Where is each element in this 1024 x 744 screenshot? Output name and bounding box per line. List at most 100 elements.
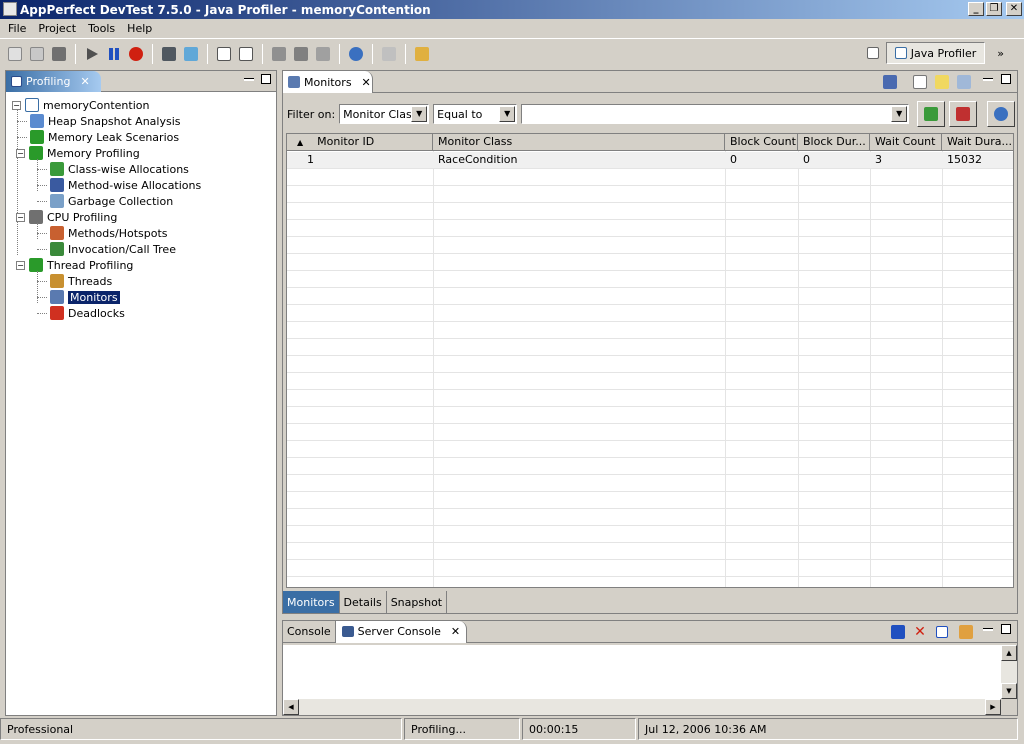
column-header[interactable]: ▲ Monitor ID <box>287 134 433 151</box>
minimize-button[interactable]: _ <box>968 2 984 16</box>
dropdown-arrow-icon[interactable]: ▼ <box>891 106 908 122</box>
tab-monitors[interactable]: Monitors ✕ <box>283 71 373 93</box>
tab-details[interactable]: Details <box>340 591 387 613</box>
close-button[interactable]: ✕ <box>1006 2 1022 16</box>
column-header[interactable]: Block Count <box>725 134 798 151</box>
tab-server-console[interactable]: Server Console ✕ <box>335 620 468 643</box>
filter-field-select[interactable]: Monitor Class ▼ <box>339 104 430 124</box>
clear-console-icon[interactable]: ✕ <box>911 623 929 641</box>
tab-snapshot[interactable]: Snapshot <box>387 591 448 613</box>
tree-item-monitors[interactable]: Monitors <box>50 289 121 305</box>
menu-file[interactable]: File <box>2 22 32 35</box>
column-header[interactable]: Monitor Class <box>433 134 725 151</box>
grid-row-line <box>287 406 1013 407</box>
tree-item-memory-leak[interactable]: Memory Leak Scenarios <box>30 129 179 145</box>
column-header[interactable]: Wait Dura... <box>942 134 1013 151</box>
tree-item-heap-snapshot[interactable]: Heap Snapshot Analysis <box>30 113 181 129</box>
table-row[interactable]: 1 RaceCondition 0 0 3 15032 <box>287 152 1013 168</box>
scroll-up-icon[interactable]: ▲ <box>1001 645 1017 661</box>
list-view-icon[interactable] <box>911 73 929 91</box>
close-tab-icon[interactable]: ✕ <box>362 76 371 89</box>
menu-project[interactable]: Project <box>32 22 82 35</box>
tree-item-label: Memory Leak Scenarios <box>48 130 180 144</box>
pin-console-icon[interactable] <box>933 623 951 641</box>
grid-column-line <box>725 151 726 587</box>
tree-item-threads[interactable]: Threads <box>50 273 112 289</box>
restore-button[interactable]: ❐ <box>986 2 1002 16</box>
grid-view-icon[interactable] <box>955 73 973 91</box>
pause-icon[interactable] <box>105 45 123 63</box>
export-icon[interactable] <box>270 45 288 63</box>
plugin-icon[interactable] <box>292 45 310 63</box>
minimize-view-button[interactable] <box>244 78 254 81</box>
table-cell: RaceCondition <box>438 153 518 166</box>
refresh-button[interactable] <box>987 101 1016 127</box>
maximize-view-button[interactable] <box>261 74 271 84</box>
tree-item-method-alloc[interactable]: Method-wise Allocations <box>50 177 201 193</box>
toolbar-separator <box>405 43 406 64</box>
scroll-right-icon[interactable]: ▶ <box>985 699 1001 715</box>
run-icon[interactable] <box>83 45 101 63</box>
console-vertical-scrollbar[interactable]: ▲ ▼ <box>1001 645 1017 699</box>
column-header[interactable]: Wait Count <box>870 134 942 151</box>
tree-item-class-alloc[interactable]: Class-wise Allocations <box>50 161 189 177</box>
close-tab-icon[interactable]: ✕ <box>451 625 460 638</box>
tab-monitors-bottom[interactable]: Monitors <box>283 591 340 613</box>
maximize-view-button[interactable] <box>1001 624 1011 634</box>
tree-item-call-tree[interactable]: Invocation/Call Tree <box>50 241 176 257</box>
wand-icon[interactable] <box>413 45 431 63</box>
dropdown-arrow-icon[interactable]: ▼ <box>499 106 516 122</box>
tree-item-garbage-collection[interactable]: Garbage Collection <box>50 193 173 209</box>
stop-icon[interactable] <box>127 45 145 63</box>
back-icon[interactable] <box>380 45 398 63</box>
tab-profiling[interactable]: Profiling ✕ <box>6 71 101 92</box>
tree-guide-line <box>37 249 47 250</box>
camera-icon[interactable] <box>160 45 178 63</box>
task-icon[interactable] <box>314 45 332 63</box>
collapse-icon[interactable]: − <box>16 212 25 222</box>
help-icon[interactable] <box>347 45 365 63</box>
column-header[interactable]: Block Dur... <box>798 134 870 151</box>
filter-operator-select[interactable]: Equal to ▼ <box>433 104 518 124</box>
maximize-view-button[interactable] <box>1001 74 1011 84</box>
add-filter-button[interactable] <box>917 101 946 127</box>
heap-snapshot-icon <box>30 114 44 128</box>
collapse-icon[interactable]: − <box>16 260 25 270</box>
edit-icon[interactable] <box>215 45 233 63</box>
paste-console-icon[interactable] <box>957 623 975 641</box>
filter-value-input[interactable]: ▼ <box>521 104 910 124</box>
open-perspective-icon[interactable] <box>864 44 882 62</box>
grid-row-line <box>287 423 1013 424</box>
filter-view-icon[interactable] <box>881 73 899 91</box>
notes-icon[interactable] <box>933 73 951 91</box>
remove-filter-button[interactable] <box>949 101 978 127</box>
grid-row-line <box>287 491 1013 492</box>
check-icon[interactable] <box>237 45 255 63</box>
menu-help[interactable]: Help <box>121 22 158 35</box>
refresh-icon[interactable] <box>182 45 200 63</box>
grid-row-line <box>287 508 1013 509</box>
scroll-left-icon[interactable]: ◀ <box>283 699 299 715</box>
tree-item-thread-profiling[interactable]: − Thread Profiling <box>16 257 133 273</box>
minimize-view-button[interactable] <box>983 628 993 631</box>
menu-tools[interactable]: Tools <box>82 22 121 35</box>
console-horizontal-scrollbar[interactable]: ◀ ▶ <box>283 699 1001 715</box>
save-console-icon[interactable] <box>889 623 907 641</box>
tree-item-hotspots[interactable]: Methods/Hotspots <box>50 225 168 241</box>
tab-console[interactable]: Console <box>283 620 336 643</box>
save-icon[interactable] <box>50 45 68 63</box>
scroll-down-icon[interactable]: ▼ <box>1001 683 1017 699</box>
tree-item-deadlocks[interactable]: Deadlocks <box>50 305 125 321</box>
tree-item-memory-profiling[interactable]: − Memory Profiling <box>16 145 140 161</box>
dropdown-arrow-icon[interactable]: ▼ <box>411 106 428 122</box>
close-tab-icon[interactable]: ✕ <box>80 75 89 88</box>
perspective-overflow-button[interactable]: » <box>989 47 1004 60</box>
java-profiler-perspective-button[interactable]: Java Profiler <box>885 42 986 64</box>
minimize-view-button[interactable] <box>983 78 993 81</box>
collapse-icon[interactable]: − <box>16 148 25 158</box>
tree-root-row[interactable]: − memoryContention <box>12 97 149 113</box>
console-output[interactable] <box>283 645 1001 699</box>
open-icon[interactable] <box>28 45 46 63</box>
new-icon[interactable] <box>6 45 24 63</box>
tree-item-cpu-profiling[interactable]: − CPU Profiling <box>16 209 117 225</box>
